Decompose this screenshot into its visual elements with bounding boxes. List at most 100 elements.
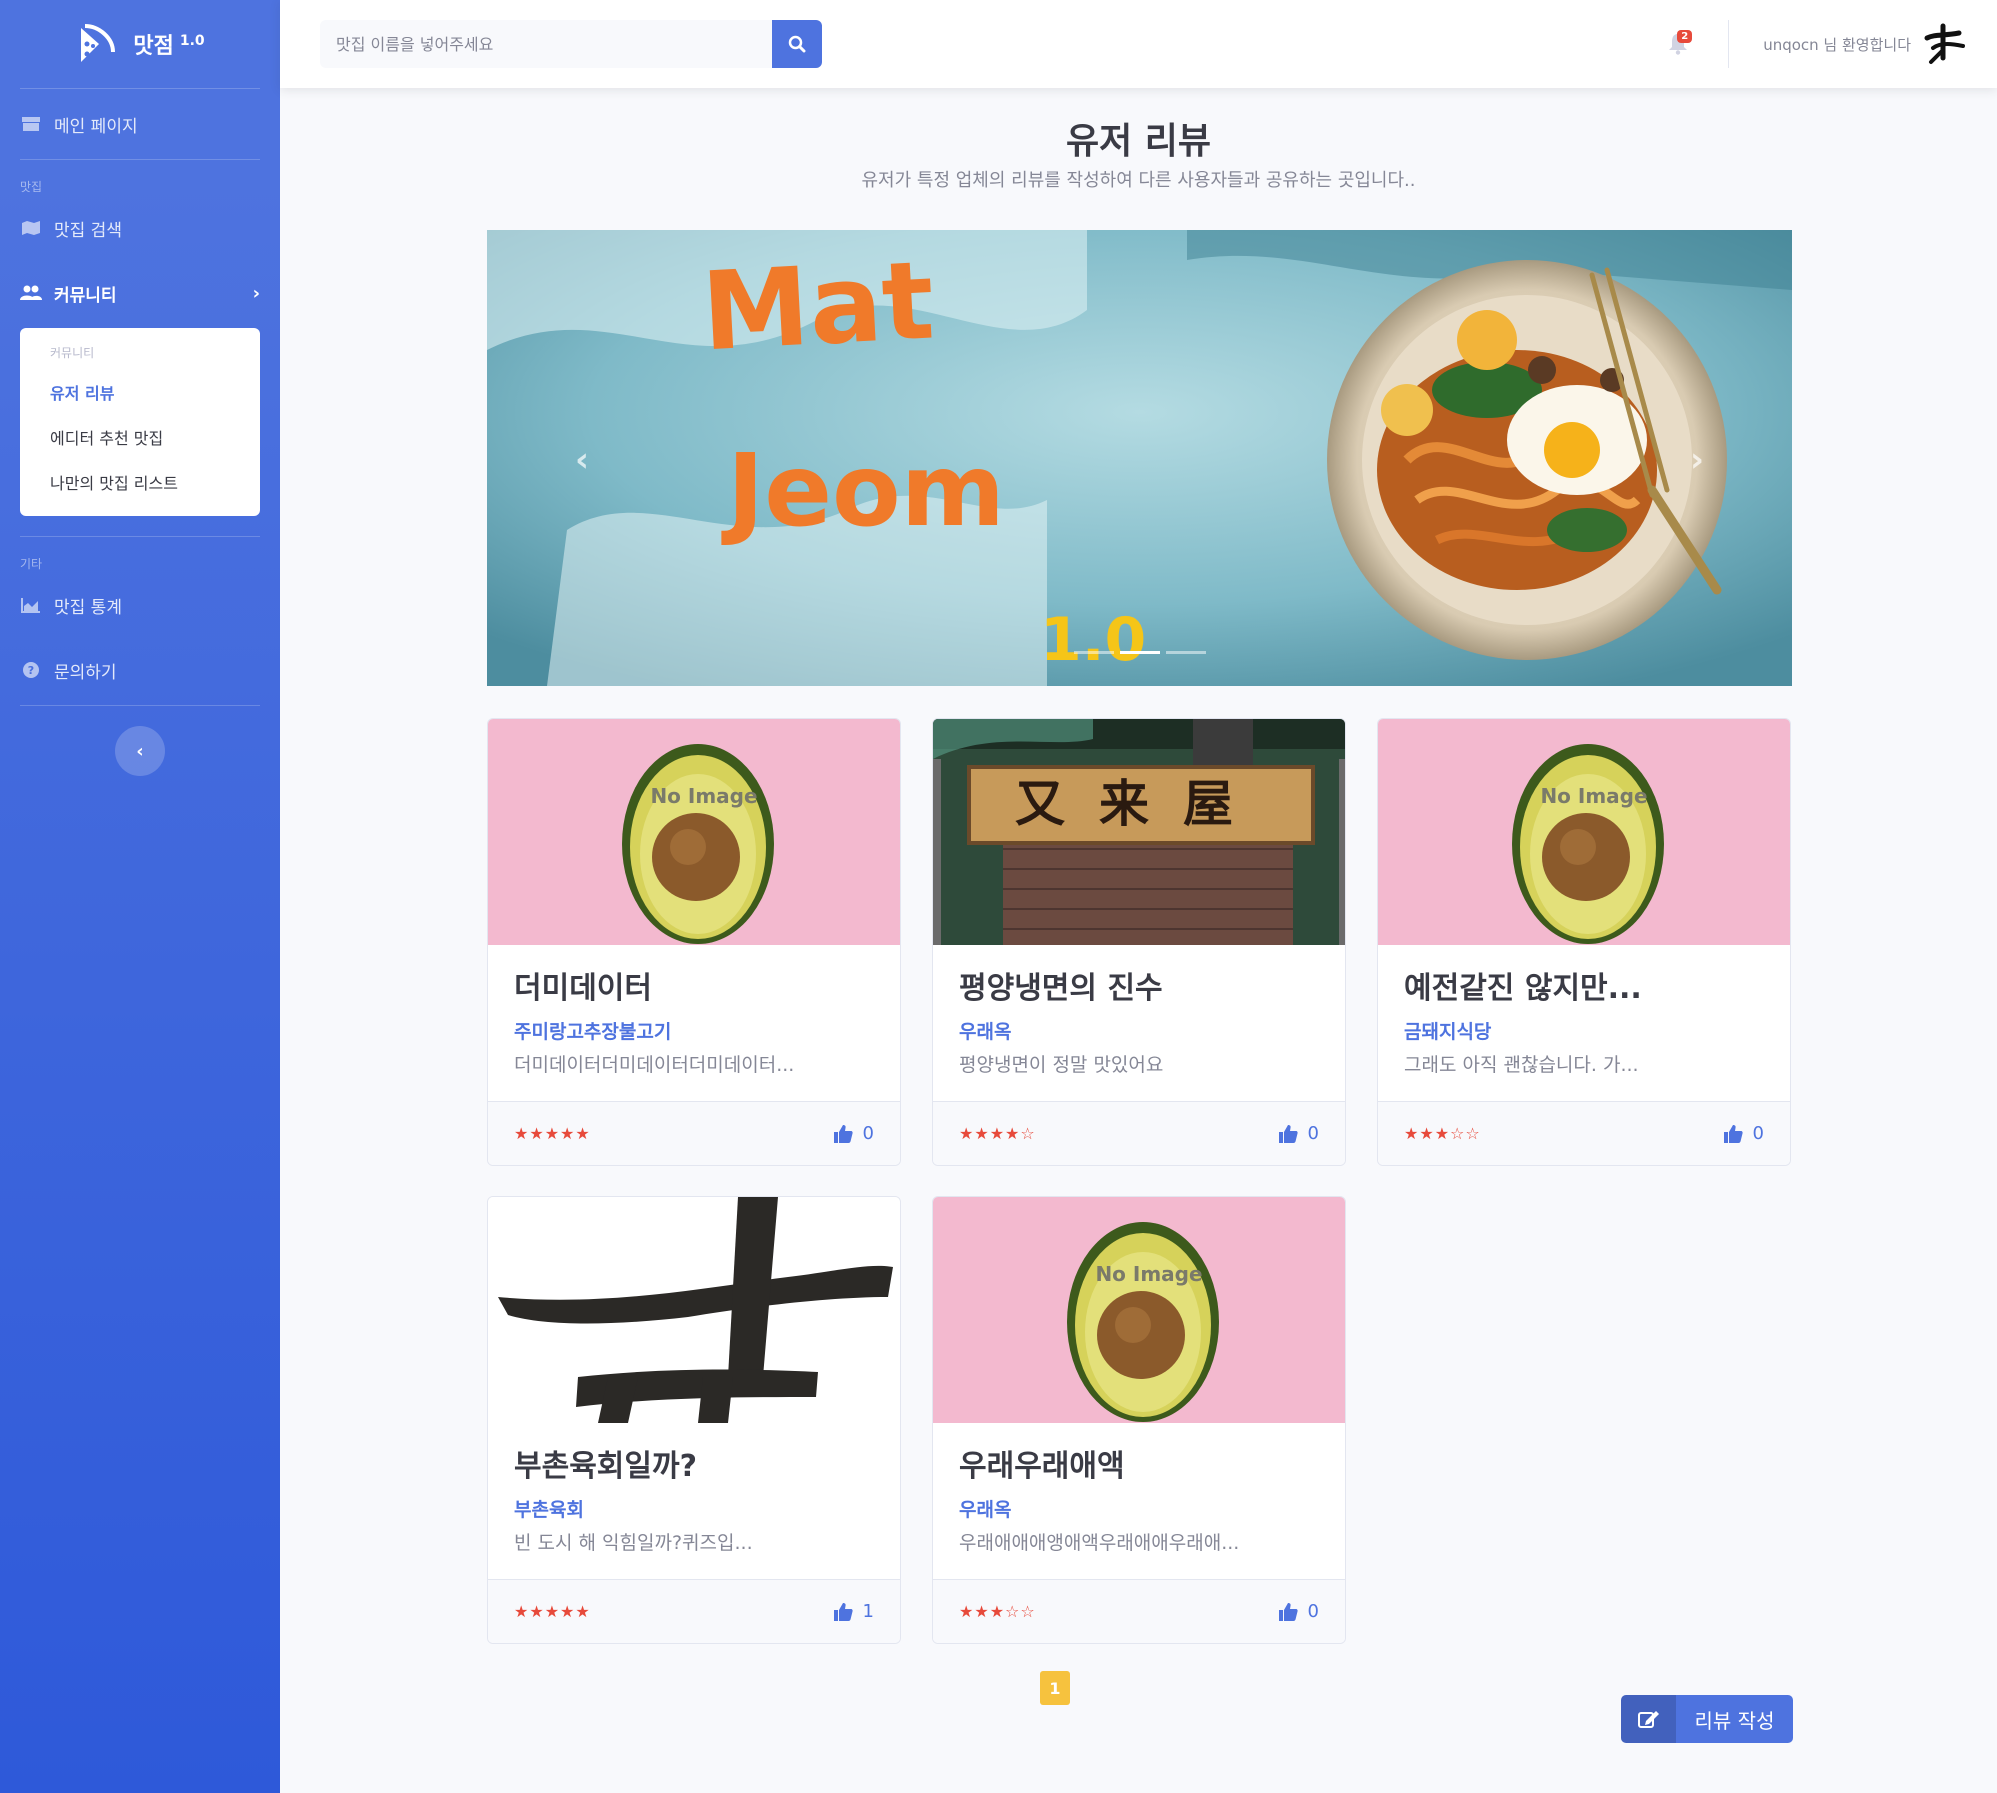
- review-card-image: [488, 1197, 900, 1423]
- main-content: 유저 리뷰 유저가 특정 업체의 리뷰를 작성하여 다른 사용자들과 공유하는 …: [280, 88, 1997, 1743]
- review-card[interactable]: No Image 우래우래애액 우래옥 우래애애애앵애액우래애애우래애... ★…: [932, 1196, 1346, 1644]
- user-avatar[interactable]: [1923, 22, 1967, 66]
- brand-name: 맛점: [133, 34, 174, 59]
- no-image-text: No Image: [1540, 784, 1647, 808]
- star-rating: ★★★☆☆: [1404, 1124, 1481, 1143]
- search-button[interactable]: [772, 20, 822, 68]
- submenu-item-user-review[interactable]: 유저 리뷰: [20, 369, 260, 414]
- review-card[interactable]: 又来屋 평양냉면의 진수 우래옥 평양냉면이 정말 맛있어요 ★★★★☆ 0: [932, 718, 1346, 1166]
- alert-count-badge: 2: [1677, 30, 1693, 43]
- chevron-left-icon: ‹: [574, 440, 589, 480]
- no-image-text: No Image: [1095, 1262, 1202, 1286]
- review-card-body: 부촌육회일까? 부촌육회 빈 도시 해 익힘일까?퀴즈입...: [488, 1423, 900, 1579]
- like-button[interactable]: 0: [833, 1123, 874, 1144]
- like-button[interactable]: 0: [1278, 1123, 1319, 1144]
- community-submenu: 커뮤니티 유저 리뷰 에디터 추천 맛집 나만의 맛집 리스트: [20, 328, 260, 516]
- review-title: 더미데이터: [514, 971, 652, 1006]
- review-place-link[interactable]: 우래옥: [959, 1017, 1319, 1044]
- review-place-link[interactable]: 주미랑고추장불고기: [514, 1017, 874, 1044]
- sidebar-item-label: 커뮤니티: [54, 285, 117, 306]
- banner-text-mat: Mat: [699, 238, 937, 375]
- review-card-image: No Image: [1378, 719, 1790, 945]
- banner-text-version: 1.0: [1040, 605, 1146, 675]
- submenu-item-editor-pick[interactable]: 에디터 추천 맛집: [20, 414, 260, 459]
- storefront-sign-text: 又来屋: [1015, 774, 1267, 833]
- search-icon: [788, 35, 806, 53]
- pizza-logo-icon: [81, 24, 116, 62]
- review-card[interactable]: No Image 더미데이터 주미랑고추장불고기 더미데이터더미데이터더미데이터…: [487, 718, 901, 1166]
- review-excerpt: 빈 도시 해 익힘일까?퀴즈입...: [514, 1532, 753, 1554]
- review-card-body: 평양냉면의 진수 우래옥 평양냉면이 정말 맛있어요: [933, 945, 1345, 1101]
- submenu-item-my-list[interactable]: 나만의 맛집 리스트: [20, 459, 260, 504]
- review-card-footer: ★★★☆☆ 0: [933, 1579, 1345, 1643]
- no-image-text: No Image: [650, 784, 757, 808]
- carousel-indicators: [1073, 651, 1206, 654]
- star-rating: ★★★★★: [514, 1124, 591, 1143]
- carousel-next-button[interactable]: ›: [1682, 440, 1712, 480]
- thumbs-up-icon: [833, 1602, 853, 1621]
- thumbs-up-icon: [1278, 1124, 1298, 1143]
- store-icon: [20, 114, 42, 134]
- calligraphy-image: [488, 1197, 900, 1423]
- carousel-indicator[interactable]: [1119, 651, 1160, 654]
- alerts-button[interactable]: 2: [1658, 24, 1698, 64]
- edit-icon: [1621, 1695, 1676, 1743]
- write-review-button[interactable]: 리뷰 작성: [1621, 1695, 1793, 1743]
- user-greeting[interactable]: unqocn 님 환영합니다: [1763, 34, 1911, 55]
- page-button-1[interactable]: 1: [1040, 1671, 1070, 1705]
- sidebar-item-main[interactable]: 메인 페이지: [0, 89, 280, 159]
- review-card-footer: ★★★★★ 1: [488, 1579, 900, 1643]
- brand[interactable]: 맛점 1.0: [0, 0, 280, 88]
- like-button[interactable]: 0: [1278, 1601, 1319, 1622]
- write-review-label: 리뷰 작성: [1694, 1708, 1775, 1733]
- sidebar-toggle-button[interactable]: ‹: [115, 726, 165, 776]
- review-card-body: 예전같진 않지만... 금돼지식당 그래도 아직 괜찮습니다. 가...: [1378, 945, 1790, 1101]
- sidebar-item-label: 맛집 검색: [54, 220, 122, 241]
- star-rating: ★★★★☆: [959, 1124, 1036, 1143]
- sidebar-heading-food: 맛집: [20, 180, 43, 194]
- carousel-indicator[interactable]: [1165, 651, 1206, 654]
- carousel-indicator[interactable]: [1073, 651, 1114, 654]
- review-card-footer: ★★★★☆ 0: [933, 1101, 1345, 1165]
- sidebar-item-inquiry[interactable]: ? 문의하기: [0, 635, 280, 705]
- chevron-right-icon: ›: [1689, 440, 1704, 480]
- review-place-link[interactable]: 우래옥: [959, 1495, 1319, 1522]
- banner-carousel[interactable]: Mat Jeom 1.0 ‹ ›: [487, 230, 1792, 686]
- review-place-link[interactable]: 금돼지식당: [1404, 1017, 1764, 1044]
- thumbs-up-icon: [1278, 1602, 1298, 1621]
- banner-text-jeom: Jeom: [721, 432, 1005, 549]
- like-button[interactable]: 0: [1723, 1123, 1764, 1144]
- review-card[interactable]: 부촌육회일까? 부촌육회 빈 도시 해 익힘일까?퀴즈입... ★★★★★ 1: [487, 1196, 901, 1644]
- carousel-prev-button[interactable]: ‹: [567, 440, 597, 480]
- review-card-footer: ★★★★★ 0: [488, 1101, 900, 1165]
- like-count: 0: [862, 1123, 874, 1144]
- sidebar-item-stats[interactable]: 맛집 통계: [0, 575, 280, 635]
- sidebar-item-search[interactable]: 맛집 검색: [0, 198, 280, 258]
- review-place-link[interactable]: 부촌육회: [514, 1495, 874, 1522]
- users-icon: [20, 283, 42, 303]
- sidebar: 맛점 1.0 메인 페이지 맛집 맛집 검색 커뮤니티 › 커뮤니티 유저 리뷰 …: [0, 0, 280, 1793]
- star-rating: ★★★☆☆: [959, 1602, 1036, 1621]
- search-input[interactable]: [320, 20, 772, 68]
- storefront-photo: 又来屋: [933, 719, 1345, 945]
- chart-area-icon: [20, 595, 42, 615]
- thumbs-up-icon: [1723, 1124, 1743, 1143]
- map-icon: [20, 218, 42, 238]
- no-image-placeholder: No Image: [488, 719, 900, 945]
- chevron-left-icon: ‹: [136, 740, 144, 762]
- review-title: 우래우래애액: [959, 1449, 1125, 1484]
- thumbs-up-icon: [833, 1124, 853, 1143]
- sidebar-item-community[interactable]: 커뮤니티 ›: [0, 258, 280, 328]
- like-button[interactable]: 1: [833, 1601, 874, 1622]
- star-rating: ★★★★★: [514, 1602, 591, 1621]
- review-card-body: 우래우래애액 우래옥 우래애애애앵애액우래애애우래애...: [933, 1423, 1345, 1579]
- like-count: 0: [1307, 1123, 1319, 1144]
- review-card[interactable]: No Image 예전같진 않지만... 금돼지식당 그래도 아직 괜찮습니다.…: [1377, 718, 1791, 1166]
- page-title: 유저 리뷰: [1065, 121, 1211, 162]
- review-card-image: No Image: [933, 1197, 1345, 1423]
- topbar-right: 2 unqocn 님 환영합니다: [1658, 0, 1997, 88]
- review-excerpt: 그래도 아직 괜찮습니다. 가...: [1404, 1054, 1639, 1076]
- review-excerpt: 평양냉면이 정말 맛있어요: [959, 1054, 1164, 1076]
- no-image-placeholder: No Image: [1378, 719, 1790, 945]
- search-form: [320, 20, 822, 68]
